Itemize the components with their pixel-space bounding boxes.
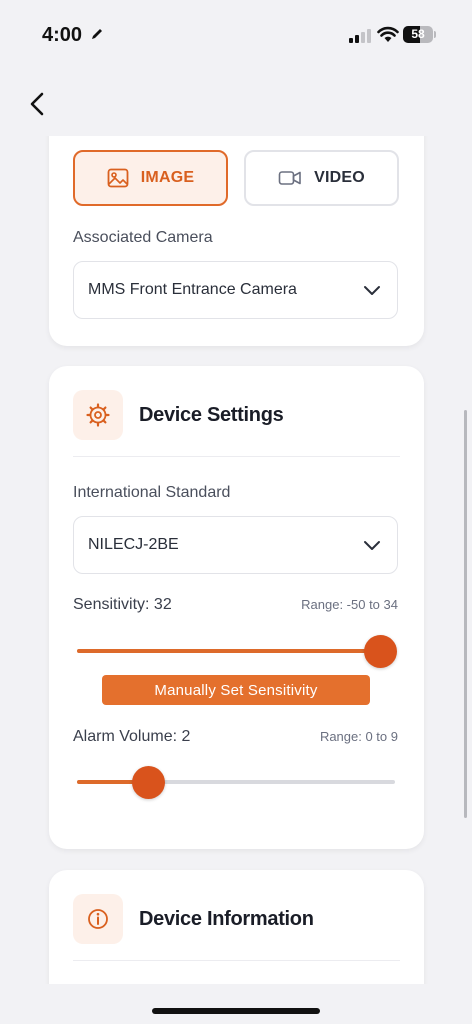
image-icon — [107, 168, 129, 188]
scroll-content[interactable]: IMAGE VIDEO Associated Camera MMS Front … — [0, 136, 472, 984]
info-icon — [88, 909, 108, 929]
sensitivity-header: Sensitivity: 32 Range: -50 to 34 — [73, 596, 398, 614]
video-option-label: VIDEO — [314, 169, 365, 186]
media-type-toggle: IMAGE VIDEO — [73, 150, 399, 206]
associated-camera-label: Associated Camera — [73, 229, 213, 246]
associated-camera-value: MMS Front Entrance Camera — [88, 281, 297, 298]
info-icon-badge — [73, 894, 123, 944]
device-settings-card: Device Settings International Standard N… — [49, 366, 424, 849]
pencil-icon — [92, 29, 102, 39]
associated-camera-select[interactable]: MMS Front Entrance Camera — [73, 261, 398, 319]
status-bar: 4:00 58 — [0, 0, 472, 70]
image-option-label: IMAGE — [140, 169, 195, 186]
alarm-volume-header: Alarm Volume: 2 Range: 0 to 9 — [73, 728, 398, 746]
cellular-signal-icon — [349, 29, 371, 43]
device-settings-title: Device Settings — [139, 403, 284, 426]
alarm-volume-range: Range: 0 to 9 — [319, 729, 398, 744]
alarm-volume-slider[interactable] — [77, 766, 395, 799]
battery-tip — [434, 31, 436, 38]
international-standard-select[interactable]: NILECJ-2BE — [73, 516, 398, 574]
sensitivity-slider-thumb[interactable] — [364, 635, 397, 668]
alarm-volume-slider-thumb[interactable] — [132, 766, 165, 799]
alarm-volume-label: Alarm Volume: 2 — [73, 728, 191, 745]
battery-icon: 58 — [403, 26, 433, 43]
manually-set-sensitivity-button[interactable]: Manually Set Sensitivity — [102, 675, 370, 705]
gear-icon-badge — [73, 390, 123, 440]
divider — [73, 960, 400, 961]
battery-level: 58 — [411, 27, 425, 41]
sensitivity-range: Range: -50 to 34 — [301, 597, 398, 612]
international-standard-label: International Standard — [73, 484, 231, 501]
scrollbar[interactable] — [464, 410, 467, 818]
back-chevron-icon[interactable] — [26, 90, 50, 118]
chevron-down-icon — [364, 286, 380, 295]
sensitivity-slider-fill — [77, 649, 387, 653]
gear-icon — [86, 403, 110, 427]
wifi-icon — [377, 26, 399, 42]
divider — [73, 456, 400, 457]
video-camera-icon — [278, 171, 301, 185]
international-standard-value: NILECJ-2BE — [88, 536, 179, 553]
device-information-header: Device Information — [73, 894, 314, 944]
home-indicator[interactable] — [152, 1008, 320, 1014]
device-information-title: Device Information — [139, 907, 314, 930]
video-option-button[interactable]: VIDEO — [244, 150, 399, 206]
sensitivity-label: Sensitivity: 32 — [73, 596, 172, 613]
image-option-button[interactable]: IMAGE — [73, 150, 228, 206]
sensitivity-slider[interactable] — [77, 635, 397, 668]
status-time: 4:00 — [42, 24, 83, 46]
media-card: IMAGE VIDEO Associated Camera MMS Front … — [49, 136, 424, 346]
chevron-down-icon — [364, 541, 380, 550]
device-information-card: Device Information — [49, 870, 424, 984]
device-settings-header: Device Settings — [73, 390, 284, 440]
